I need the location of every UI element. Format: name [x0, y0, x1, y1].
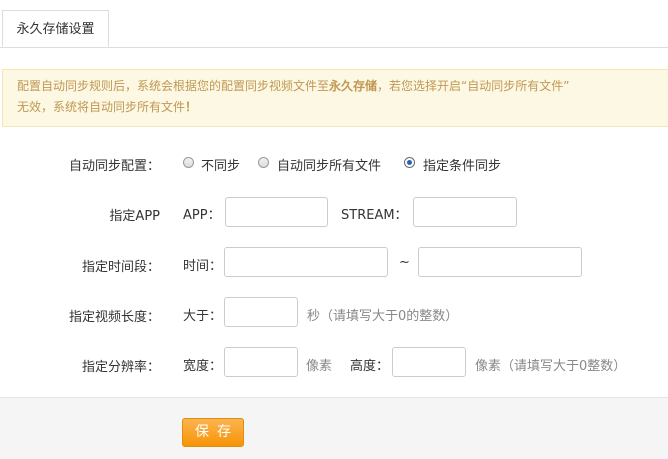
- tab-bar: 永久存储设置: [0, 0, 668, 48]
- app-input[interactable]: [225, 197, 328, 227]
- width-prefix: 宽度：: [183, 359, 223, 374]
- duration-input[interactable]: [224, 297, 298, 327]
- radio-conditional-sync-label[interactable]: 指定条件同步: [423, 155, 501, 174]
- duration-prefix: 大于：: [183, 309, 223, 324]
- stream-prefix: STREAM：: [341, 208, 408, 223]
- height-input[interactable]: [392, 347, 466, 377]
- period-label: 指定时间段：: [81, 260, 160, 275]
- radio-sync-all-label[interactable]: 自动同步所有文件: [277, 155, 381, 174]
- notice-text: 配置自动同步规则后，系统会根据您的配置同步视频文件至: [17, 79, 330, 93]
- app-label: 指定APP: [109, 209, 160, 224]
- radio-conditional-sync[interactable]: [404, 157, 415, 168]
- notice-emphasis: 永久存储: [329, 79, 378, 93]
- end-time-input[interactable]: [418, 247, 582, 277]
- radio-sync-all[interactable]: [258, 157, 269, 168]
- notice-text: ，若您选择开启“自动同步所有文件”: [377, 79, 570, 93]
- save-button[interactable]: 保存: [182, 418, 244, 447]
- radio-no-sync-label[interactable]: 不同步: [201, 155, 240, 174]
- height-hint: 像素（请填写大于0整数）: [475, 359, 627, 374]
- width-input[interactable]: [224, 347, 298, 377]
- radio-no-sync[interactable]: [183, 157, 194, 168]
- time-prefix: 时间：: [183, 259, 223, 274]
- notice-line-2: 无效，系统将自动同步所有文件！: [17, 97, 668, 118]
- notice-line-1: 配置自动同步规则后，系统会根据您的配置同步视频文件至永久存储，若您选择开启“自动…: [17, 76, 668, 97]
- form-footer: [0, 397, 668, 459]
- sync-mode-label: 自动同步配置：: [68, 159, 160, 174]
- tab-permanent-storage-settings[interactable]: 永久存储设置: [2, 10, 109, 47]
- notice-text: 无效，系统将自动同步所有文件: [17, 100, 186, 114]
- width-unit: 像素: [306, 359, 333, 374]
- app-prefix: APP：: [183, 208, 221, 223]
- notice-emphasis: ！: [185, 100, 198, 114]
- duration-label: 指定视频长度：: [68, 310, 160, 325]
- height-prefix: 高度：: [350, 359, 390, 374]
- start-time-input[interactable]: [224, 247, 388, 277]
- stream-input[interactable]: [413, 197, 517, 227]
- duration-hint: 秒（请填写大于0的整数）: [307, 309, 459, 324]
- info-notice: 配置自动同步规则后，系统会根据您的配置同步视频文件至永久存储，若您选择开启“自动…: [2, 69, 668, 127]
- time-separator: ~: [399, 255, 410, 270]
- resolution-label: 指定分辨率：: [81, 360, 160, 375]
